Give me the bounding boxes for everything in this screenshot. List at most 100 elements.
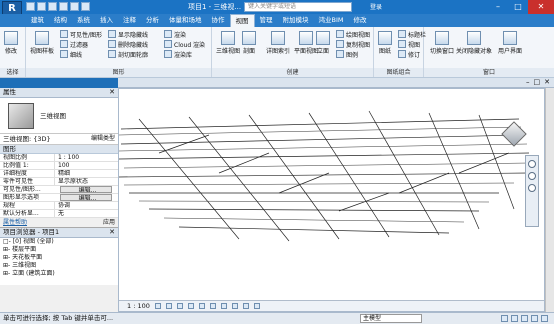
vertical-scrollbar[interactable] [545, 88, 554, 312]
render-button[interactable]: 渲染 [164, 30, 186, 39]
reveal-hidden-icon[interactable] [253, 303, 260, 309]
property-row: 规程 协调 [0, 202, 118, 210]
view-maximize-button[interactable]: □ [534, 78, 541, 86]
ribbon-tabs: 建筑 结构 系统 插入 注释 分析 体量和场地 协作 视图 管理 附加模块 鸿业… [0, 14, 554, 27]
close-hidden-button[interactable]: 关闭隐藏对象 [456, 31, 492, 55]
pan-icon[interactable] [528, 184, 536, 192]
filters-button[interactable]: 过滤器 [60, 40, 88, 49]
select-panel-label[interactable]: 选择 [0, 68, 25, 77]
save-icon[interactable] [37, 2, 46, 11]
tree-item-floor-plans[interactable]: ⊞- 楼层平面 [3, 246, 118, 254]
shadows-icon[interactable] [187, 303, 194, 309]
sign-in-link[interactable]: 登录 [370, 2, 382, 11]
tree-item-elevations[interactable]: ⊞- 立面 (建筑立面) [3, 270, 118, 278]
tree-item-3d-views[interactable]: ⊞- 三维视图 [3, 262, 118, 270]
switch-windows-button[interactable]: 切换窗口 [430, 31, 454, 55]
redo-icon[interactable] [59, 2, 68, 11]
temporary-hide-icon[interactable] [242, 303, 249, 309]
maximize-button[interactable]: □ [508, 0, 528, 14]
detail-level-icon[interactable] [154, 303, 161, 309]
tree-item-views[interactable]: □- [0] 视图 (全部) [3, 238, 118, 246]
view-minimize-button[interactable]: – [526, 78, 530, 86]
search-input[interactable]: 键入关键字或短语 [244, 2, 352, 12]
left-dock: 属性 ✕ 三维视图 三维视图: {3D} 编辑类型 图形 视图比例 1 : 100… [0, 88, 118, 312]
drawing-area[interactable]: 1 : 100 [118, 88, 545, 312]
revisions-button[interactable]: 修订 [398, 50, 420, 59]
graphics-section-header[interactable]: 图形 [0, 145, 118, 154]
tab-systems[interactable]: 系统 [72, 14, 95, 27]
select-underlay-icon[interactable] [511, 315, 518, 322]
browser-close-icon[interactable]: ✕ [109, 228, 115, 237]
thin-lines-button[interactable]: 细线 [60, 50, 82, 59]
drafting-view-button[interactable]: 绘图视图 [336, 30, 370, 39]
visual-style-icon[interactable] [165, 303, 172, 309]
edit-graphic-display-button[interactable]: 编辑... [60, 194, 112, 201]
crop-view-icon[interactable] [209, 303, 216, 309]
open-icon[interactable] [26, 2, 35, 11]
section-button[interactable]: 剖面 [242, 31, 256, 55]
tab-insert[interactable]: 插入 [95, 14, 118, 27]
zoom-icon[interactable] [528, 172, 536, 180]
windows-panel-label[interactable]: 窗口 [424, 68, 554, 77]
tab-manage[interactable]: 管理 [255, 14, 278, 27]
remove-hidden-lines-button[interactable]: 删除隐藏线 [108, 40, 148, 49]
view-instance-selector[interactable]: 三维视图: {3D} 编辑类型 [0, 134, 118, 145]
main-model-selector[interactable]: 主模型 [360, 314, 422, 323]
show-hidden-lines-button[interactable]: 显示隐藏线 [108, 30, 148, 39]
close-button[interactable]: ✕ [528, 0, 554, 14]
tree-item-ceiling-plans[interactable]: ⊞- 天花板平面 [3, 254, 118, 262]
select-by-face-icon[interactable] [531, 315, 538, 322]
edit-type-button[interactable]: 编辑类型 [91, 134, 115, 144]
visibility-graphics-button[interactable]: 可见性/图形 [60, 30, 102, 39]
tab-analyze[interactable]: 分析 [141, 14, 164, 27]
tab-modify[interactable]: 修改 [348, 14, 371, 27]
tab-structure[interactable]: 结构 [49, 14, 72, 27]
show-crop-icon[interactable] [220, 303, 227, 309]
elevation-button[interactable]: 立面 [316, 31, 330, 55]
edit-visibility-button[interactable]: 编辑... [60, 186, 112, 193]
type-selector[interactable]: 三维视图 [0, 98, 118, 134]
graphics-panel-label[interactable]: 图形 [26, 68, 211, 77]
quick-access-toolbar [26, 2, 90, 11]
tab-view[interactable]: 视图 [229, 14, 255, 27]
cloud-render-button[interactable]: Cloud 渲染 [164, 40, 205, 49]
properties-help-link[interactable]: 属性帮助 [3, 218, 27, 227]
plan-views-button[interactable]: 平面视图 [294, 31, 318, 55]
tab-add-ins[interactable]: 附加模块 [278, 14, 314, 27]
print-icon[interactable] [70, 2, 79, 11]
property-row: 零件可见性 显示原状态 [0, 178, 118, 186]
legends-button[interactable]: 图例 [336, 50, 358, 59]
lock-view-icon[interactable] [231, 303, 238, 309]
steering-wheel-icon[interactable] [528, 160, 536, 168]
minimize-button[interactable]: – [488, 0, 508, 14]
render-dialog-icon[interactable] [198, 303, 205, 309]
sheet-panel-label[interactable]: 图纸组合 [374, 68, 423, 77]
view-templates-button[interactable]: 视图样板 [30, 31, 54, 55]
properties-close-icon[interactable]: ✕ [109, 88, 115, 97]
measure-icon[interactable] [81, 2, 90, 11]
render-gallery-button[interactable]: 渲染库 [164, 50, 192, 59]
view-button[interactable]: 视图 [398, 40, 420, 49]
modify-button[interactable]: 修改 [4, 31, 18, 55]
sheet-button[interactable]: 图纸 [378, 31, 392, 55]
user-interface-button[interactable]: 用户界面 [498, 31, 522, 55]
tab-massing-site[interactable]: 体量和场地 [164, 14, 207, 27]
duplicate-view-button[interactable]: 复制视图 [336, 40, 370, 49]
titleblock-button[interactable]: 标题栏 [398, 30, 426, 39]
view-scale[interactable]: 1 : 100 [127, 301, 150, 311]
sun-path-icon[interactable] [176, 303, 183, 309]
select-pinned-icon[interactable] [521, 315, 528, 322]
view-close-button[interactable]: ✕ [544, 78, 550, 86]
tab-hongye-bim[interactable]: 鸿业BIM [314, 14, 349, 27]
cut-profile-button[interactable]: 剖切面轮廓 [108, 50, 148, 59]
3d-view-button[interactable]: 三维视图 [216, 31, 240, 55]
tab-annotate[interactable]: 注释 [118, 14, 141, 27]
undo-icon[interactable] [48, 2, 57, 11]
tab-architecture[interactable]: 建筑 [26, 14, 49, 27]
apply-button[interactable]: 应用 [103, 218, 115, 227]
filter-icon[interactable] [541, 315, 548, 322]
select-links-icon[interactable] [501, 315, 508, 322]
create-panel-label[interactable]: 创建 [212, 68, 373, 77]
tab-collaborate[interactable]: 协作 [207, 14, 230, 27]
callout-button[interactable]: 详图索引 [266, 31, 290, 55]
